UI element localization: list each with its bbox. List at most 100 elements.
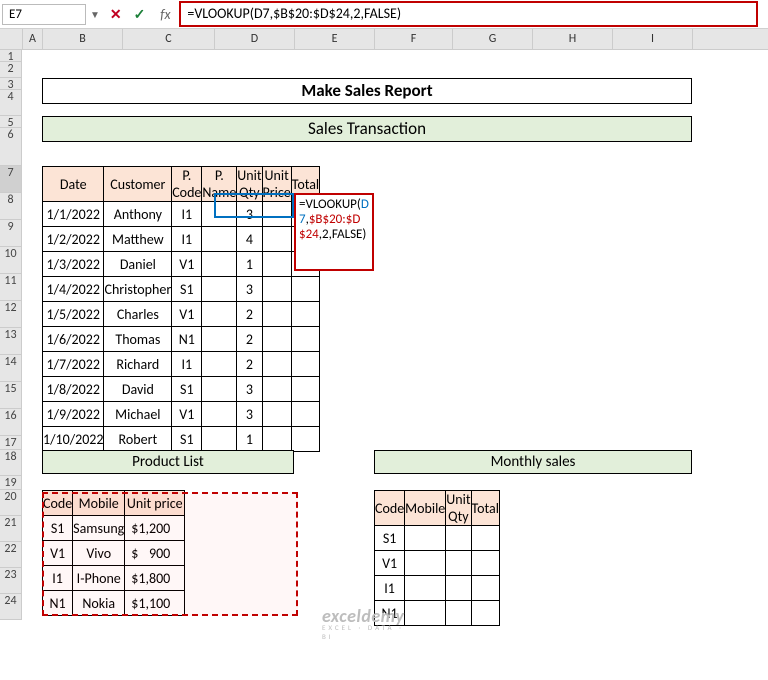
row-header[interactable]: 23 — [0, 568, 22, 594]
cell[interactable]: Samsung — [73, 516, 125, 541]
cell[interactable] — [291, 277, 319, 302]
col-header[interactable]: F — [375, 29, 453, 49]
cell[interactable]: N1 — [43, 591, 73, 616]
cell[interactable]: $ — [125, 541, 139, 566]
row-header[interactable]: 1 — [0, 50, 22, 62]
cell[interactable] — [262, 352, 291, 377]
cell[interactable]: 3 — [237, 377, 262, 402]
cell[interactable] — [262, 427, 291, 452]
cell[interactable] — [202, 352, 237, 377]
cell[interactable]: 2 — [237, 327, 262, 352]
cell[interactable] — [202, 402, 237, 427]
cell[interactable]: I1 — [375, 576, 405, 601]
cell[interactable]: Robert — [104, 427, 172, 452]
col-header[interactable]: D — [215, 29, 295, 49]
cell[interactable] — [446, 601, 471, 626]
cell[interactable] — [262, 302, 291, 327]
select-all-corner[interactable] — [0, 29, 23, 49]
cell[interactable] — [202, 277, 237, 302]
cell[interactable] — [291, 352, 319, 377]
cell[interactable]: I1 — [43, 566, 73, 591]
cell[interactable]: David — [104, 377, 172, 402]
row-header[interactable]: 24 — [0, 594, 22, 620]
namebox-dropdown-icon[interactable]: ▼ — [86, 8, 104, 21]
cell[interactable] — [262, 402, 291, 427]
cell[interactable]: 900 — [138, 541, 184, 566]
row-header[interactable]: 5 — [0, 116, 22, 128]
cell[interactable]: V1 — [172, 302, 202, 327]
cell[interactable]: Nokia — [73, 591, 125, 616]
cell[interactable] — [202, 252, 237, 277]
cell[interactable]: V1 — [375, 551, 405, 576]
cell[interactable]: 1 — [237, 427, 262, 452]
cell[interactable]: I1 — [172, 202, 202, 227]
cell[interactable] — [262, 227, 291, 252]
cell[interactable]: $ — [125, 591, 139, 616]
col-header[interactable]: C — [123, 29, 215, 49]
name-box[interactable]: E7 — [2, 4, 86, 25]
cell[interactable] — [202, 377, 237, 402]
cell[interactable] — [446, 551, 471, 576]
row-header[interactable]: 16 — [0, 409, 22, 436]
cell[interactable] — [262, 377, 291, 402]
cell[interactable]: 1/4/2022 — [43, 277, 104, 302]
cell[interactable]: Michael — [104, 402, 172, 427]
cell[interactable] — [262, 202, 291, 227]
cell[interactable]: 3 — [237, 202, 262, 227]
cell[interactable] — [405, 526, 446, 551]
cell[interactable]: 2 — [237, 302, 262, 327]
cell[interactable]: N1 — [172, 327, 202, 352]
cell[interactable]: I1 — [172, 227, 202, 252]
cell[interactable]: I-Phone — [73, 566, 125, 591]
cell[interactable] — [291, 302, 319, 327]
cell[interactable] — [291, 377, 319, 402]
fx-icon[interactable]: fx — [151, 6, 179, 23]
row-header[interactable]: 13 — [0, 328, 22, 355]
cell[interactable] — [202, 227, 237, 252]
cell[interactable]: 1/6/2022 — [43, 327, 104, 352]
cell[interactable] — [202, 427, 237, 452]
cell[interactable]: S1 — [172, 427, 202, 452]
cell[interactable]: Vivo — [73, 541, 125, 566]
row-header[interactable]: 17 — [0, 436, 22, 450]
cell[interactable]: S1 — [375, 526, 405, 551]
worksheet[interactable]: 1 2 3 4 5 6 7 8 9 10 11 12 13 14 15 16 1… — [0, 50, 768, 680]
cell[interactable]: Matthew — [104, 227, 172, 252]
row-header[interactable]: 20 — [0, 490, 22, 516]
cell[interactable]: 1/8/2022 — [43, 377, 104, 402]
col-header[interactable]: A — [23, 29, 43, 49]
cell[interactable] — [291, 427, 319, 452]
cell[interactable]: 1,200 — [138, 516, 184, 541]
row-header[interactable]: 8 — [0, 193, 22, 220]
col-header[interactable]: H — [533, 29, 613, 49]
cell[interactable] — [471, 601, 499, 626]
cell[interactable]: S1 — [43, 516, 73, 541]
enter-icon[interactable]: ✓ — [128, 6, 152, 23]
row-header[interactable]: 19 — [0, 476, 22, 490]
row-header[interactable]: 4 — [0, 90, 22, 116]
row-header[interactable]: 10 — [0, 247, 22, 274]
cell[interactable]: V1 — [172, 402, 202, 427]
cell[interactable]: 2 — [237, 352, 262, 377]
cell[interactable]: I1 — [172, 352, 202, 377]
row-header[interactable]: 7 — [0, 166, 22, 193]
cell[interactable] — [291, 327, 319, 352]
cell[interactable]: Charles — [104, 302, 172, 327]
cell[interactable] — [262, 327, 291, 352]
cell[interactable] — [405, 576, 446, 601]
cell[interactable]: 3 — [237, 277, 262, 302]
col-header[interactable]: G — [453, 29, 533, 49]
cell[interactable]: 1/1/2022 — [43, 202, 104, 227]
cell[interactable] — [471, 551, 499, 576]
cell[interactable] — [446, 576, 471, 601]
cell[interactable]: 4 — [237, 227, 262, 252]
cell[interactable] — [202, 202, 237, 227]
row-header[interactable]: 9 — [0, 220, 22, 247]
col-header[interactable]: B — [43, 29, 123, 49]
cell[interactable]: Richard — [104, 352, 172, 377]
row-header[interactable]: 12 — [0, 301, 22, 328]
cell[interactable]: Anthony — [104, 202, 172, 227]
cell[interactable] — [202, 327, 237, 352]
cell[interactable]: 1/2/2022 — [43, 227, 104, 252]
col-header[interactable]: I — [613, 29, 693, 49]
